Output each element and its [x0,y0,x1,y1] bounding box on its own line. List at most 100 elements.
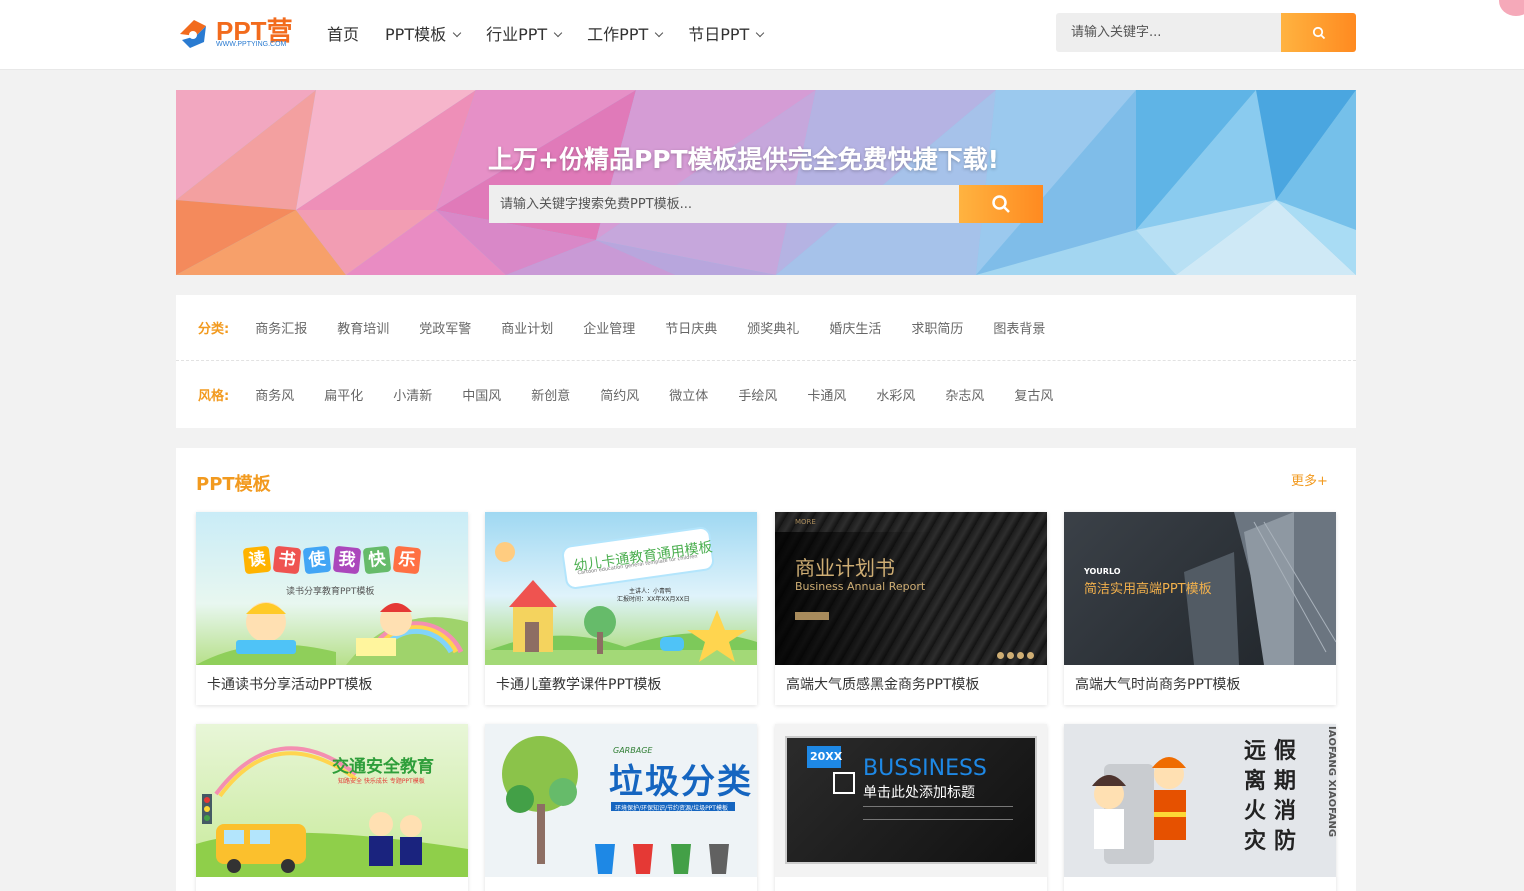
chevron-down-icon [553,28,563,38]
nav-item[interactable]: 节日PPT [688,0,765,70]
filter-tag[interactable]: 节日庆典 [665,318,717,337]
template-card[interactable]: 读书使我快乐 读书分享教育PPT模板 卡通读书分享活动PPT模板 [196,512,468,705]
template-thumbnail: 读书使我快乐 读书分享教育PPT模板 [196,512,468,665]
template-section: PPT模板 更多+ 读书使我快乐 读书分享教育PPT模板 卡通读书分享活动PPT… [176,448,1356,891]
filter-tag[interactable]: 商务风 [255,385,294,404]
filter-tag[interactable]: 企业管理 [583,318,635,337]
thumb-title-char: 离 [1244,769,1267,794]
template-thumbnail: 远假离期火消灾防 IAOFANG XIAOFANG [1064,724,1336,877]
banner-search-input[interactable] [489,185,959,223]
filter-tag[interactable]: 商务汇报 [255,318,307,337]
thumb-dots [997,652,1034,659]
logo-icon [180,20,206,48]
nav-item[interactable]: PPT模板 [385,0,462,70]
banner-search-button[interactable] [959,185,1043,223]
filter-tag[interactable]: 颁奖典礼 [747,318,799,337]
thumb-title-char: 书 [272,545,302,575]
template-thumbnail: 幼儿卡通教育通用模板 Cartoon education general tem… [485,512,757,665]
thumb-title-char: 消 [1274,799,1297,824]
thumb-title: 商业计划书 [795,556,895,580]
template-card[interactable]: 交通安全教育 知路安全 快乐成长 专题PPT模板 [196,724,468,891]
style-label: 风格: [198,388,230,404]
nav-item[interactable]: 工作PPT [587,0,664,70]
thumb-subtitle: 读书分享教育PPT模板 [286,587,375,597]
banner-search [489,185,1043,223]
style-filter-row: 风格: 商务风 扁平化 小清新 中国风 新创意 简约风 微立体 手绘风 卡通风 水彩风 杂志风 复古风 [176,361,1356,427]
nav-item[interactable]: 行业PPT [486,0,563,70]
filter-tag[interactable]: 商业计划 [501,318,553,337]
nav-item-label: 节日PPT [688,25,750,44]
thumb-title-char: 乐 [392,545,422,575]
filter-tag[interactable]: 求职简历 [911,318,963,337]
template-card[interactable]: GARBAGE 垃圾分类 环境保护/环保知识/节约资源/垃圾PPT模板 [485,724,757,891]
thumb-title-char: 读 [242,545,272,575]
filter-tag[interactable]: 图表背景 [993,318,1045,337]
nav-item-label: 行业PPT [486,25,548,44]
thumb-title: 交通安全教育 [332,757,434,777]
banner-title: 上万+份精品PPT模板提供完全免费快捷下载! [488,145,1000,174]
site-header: PPT营 WWW.PPTYING.COM 首页 PPT模板 行业PPT 工作PPT 节日… [0,0,1524,70]
site-logo[interactable]: PPT营 WWW.PPTYING.COM [176,14,296,54]
thumbnail-art [485,542,757,665]
thumb-title-char: 远 [1244,739,1267,764]
template-caption: 高端大气时尚商务PPT模板 [1075,677,1241,693]
thumb-vertical-title: 远假离期火消灾防 [1244,738,1304,856]
header-search-button[interactable] [1281,13,1356,52]
filter-tag[interactable]: 小清新 [393,385,432,404]
filter-tag[interactable]: 微立体 [669,385,708,404]
chevron-down-icon [452,28,462,38]
chevron-down-icon [655,28,664,38]
more-link[interactable]: 更多+ [1291,470,1328,489]
thumb-title-char: 期 [1274,769,1297,794]
filter-tag[interactable]: 党政军警 [419,318,471,337]
thumb-subtitle: 单击此处添加标题 [863,785,975,801]
banner-background [176,90,1356,275]
filter-tag[interactable]: 中国风 [462,385,501,404]
thumb-square [833,772,855,794]
template-card[interactable]: MORE 商业计划书 Business Annual Report 高端大气质感… [775,512,1047,705]
filter-tag[interactable]: 手绘风 [738,385,777,404]
thumb-title-char: 防 [1274,829,1297,854]
template-caption [1064,877,1336,891]
filter-tag[interactable]: 简约风 [600,385,639,404]
template-card[interactable]: 幼儿卡通教育通用模板 Cartoon education general tem… [485,512,757,705]
nav-item-label: PPT模板 [385,25,447,44]
template-card[interactable]: YOURLO 简洁实用高端PPT模板 高端大气时尚商务PPT模板 [1064,512,1336,705]
thumb-title: 简洁实用高端PPT模板 [1084,582,1212,597]
search-icon [992,195,1010,213]
thumb-brand: YOURLO [1084,567,1121,576]
main-nav: 首页 PPT模板 行业PPT 工作PPT 节日PPT [327,0,789,70]
header-search-input[interactable] [1056,13,1281,52]
thumb-year: 20XX [810,750,843,763]
template-thumbnail: GARBAGE 垃圾分类 环境保护/环保知识/节约资源/垃圾PPT模板 [485,724,757,877]
category-label: 分类: [198,322,230,337]
filter-tag[interactable]: 水彩风 [876,385,915,404]
thumb-subtitle: Business Annual Report [795,580,926,593]
category-filter-row: 分类: 商务汇报 教育培训 党政军警 商业计划 企业管理 节日庆典 颁奖典礼 婚庆生活 求职简历… [176,295,1356,361]
template-card[interactable]: 20XX BUSSINESS 单击此处添加标题 [775,724,1047,891]
filter-tag[interactable]: 婚庆生活 [829,318,881,337]
nav-item-label: 首页 [327,25,360,44]
header-search [1056,13,1356,52]
template-card[interactable]: 远假离期火消灾防 IAOFANG XIAOFANG [1064,724,1336,891]
filter-tag[interactable]: 教育培训 [337,318,389,337]
filter-tag[interactable]: 新创意 [531,385,570,404]
thumb-button [795,612,829,620]
filter-tag[interactable]: 扁平化 [324,385,363,404]
section-title: PPT模板 [196,474,271,495]
template-thumbnail: 交通安全教育 知路安全 快乐成长 专题PPT模板 [196,724,468,877]
thumb-title: 垃圾分类 [609,762,753,802]
nav-item[interactable]: 首页 [327,0,359,70]
user-avatar[interactable] [1499,0,1524,16]
filter-tag[interactable]: 复古风 [1014,385,1053,404]
filter-tag[interactable]: 卡通风 [807,385,846,404]
thumb-title-char: 快 [362,545,392,575]
filter-panel: 分类: 商务汇报 教育培训 党政军警 商业计划 企业管理 节日庆典 颁奖典礼 婚庆生活 求职简历… [176,295,1356,428]
thumb-title-char: 假 [1274,739,1297,764]
template-caption: 卡通儿童教学课件PPT模板 [496,677,662,693]
template-thumbnail: MORE 商业计划书 Business Annual Report [775,512,1047,665]
chevron-down-icon [756,28,765,38]
template-caption: 卡通读书分享活动PPT模板 [207,677,373,693]
filter-tag[interactable]: 杂志风 [945,385,984,404]
thumb-title: BUSSINESS [863,756,987,781]
